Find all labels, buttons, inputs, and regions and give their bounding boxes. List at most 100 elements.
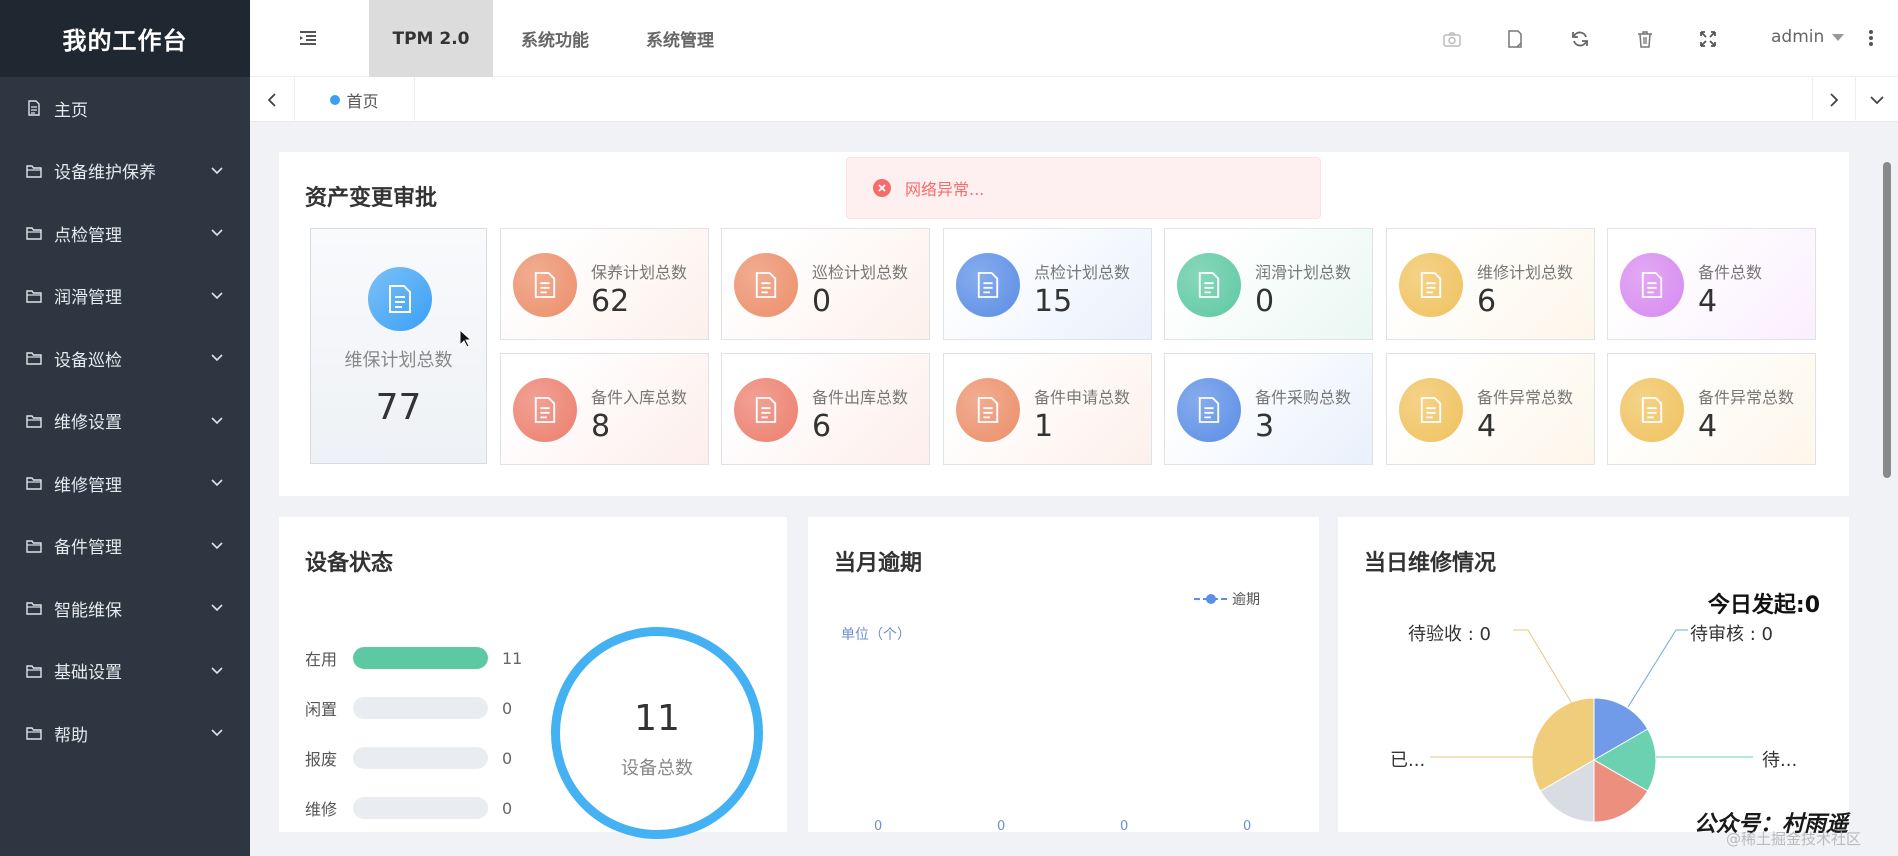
folder-icon [26,225,42,241]
active-dot-icon [330,94,341,105]
overdue-card: 当月逾期 逾期 单位（个） 0 0 0 0 [808,517,1319,834]
tabs-dropdown-icon[interactable] [1855,77,1898,122]
sidebar-item-9[interactable]: 基础设置 [0,640,250,703]
stat-card[interactable]: 润滑计划总数 0 [1164,228,1373,340]
tabs-bar: 首页 [250,77,1898,122]
sidebar-item-3[interactable]: 润滑管理 [0,265,250,328]
document-icon [1399,378,1463,442]
stat-card[interactable]: 维修计划总数 6 [1386,228,1595,340]
stat-card[interactable]: 保养计划总数 62 [500,228,709,340]
device-status-fill [353,647,488,669]
tabs-scroll-left-icon[interactable] [250,77,295,122]
sidebar-item-1[interactable]: 设备维护保养 [0,140,250,203]
device-status-title: 设备状态 [305,551,394,576]
sidebar-item-label: 维修管理 [54,475,122,496]
fullscreen-icon[interactable] [1698,29,1718,49]
sidebar-item-0[interactable]: 主页 [0,77,250,140]
pending-other-label: 待... [1762,750,1798,771]
chevron-down-icon [210,166,224,176]
app-title: 我的工作台 [0,0,250,77]
stat-card[interactable]: 备件异常总数 4 [1386,353,1595,465]
folder-icon [26,163,42,179]
stat-card[interactable]: 点检计划总数 15 [943,228,1152,340]
sidebar-item-label: 主页 [54,100,88,121]
more-vertical-icon[interactable] [1868,28,1874,48]
sidebar-item-2[interactable]: 点检管理 [0,202,250,265]
stat-value: 6 [812,409,832,444]
sidebar-item-label: 设备维护保养 [54,163,156,184]
chevron-down-icon [210,353,224,363]
tab-home[interactable]: 首页 [295,77,415,122]
chevron-down-icon [210,291,224,301]
document-icon [734,253,798,317]
tabs-scroll-right-icon[interactable] [1812,77,1855,122]
device-status-row: 维修 0 [305,796,512,820]
device-status-value: 0 [502,748,513,768]
stat-card[interactable]: 巡检计划总数 0 [721,228,930,340]
stat-card[interactable]: 备件申请总数 1 [943,353,1152,465]
scrollbar-thumb[interactable] [1883,162,1891,478]
stat-value: 3 [1255,409,1275,444]
overdue-title: 当月逾期 [834,551,923,576]
device-status-value: 11 [502,648,523,668]
menu-toggle-icon[interactable] [298,28,318,48]
folder-icon [26,538,42,554]
stat-label: 巡检计划总数 [812,263,909,282]
stat-value: 0 [812,284,832,319]
stat-label: 保养计划总数 [591,263,688,282]
sidebar-item-10[interactable]: 帮助 [0,702,250,765]
legend-line-icon [1194,594,1228,604]
document-icon [26,100,42,116]
stat-label: 备件入库总数 [591,388,688,407]
document-icon [1399,253,1463,317]
alert-text: 网络异常... [905,180,985,199]
stat-card[interactable]: 备件采购总数 3 [1164,353,1373,465]
device-status-row: 闲置 0 [305,696,512,720]
stat-card[interactable]: 备件入库总数 8 [500,353,709,465]
top-tab-tpm[interactable]: TPM 2.0 [369,0,493,77]
document-icon [956,253,1020,317]
sidebar-item-label: 帮助 [54,725,88,746]
refresh-icon[interactable] [1570,29,1590,49]
chevron-down-icon [210,603,224,613]
overdue-legend[interactable]: 逾期 [1194,589,1260,609]
sidebar-item-label: 维修设置 [54,413,122,434]
device-status-value: 0 [502,798,513,818]
sidebar-item-label: 基础设置 [54,663,122,684]
stat-card[interactable]: 备件异常总数 4 [1607,353,1816,465]
camera-icon[interactable] [1442,29,1462,49]
device-total-ring: 11 设备总数 [551,627,763,839]
pending-accept-label: 待验收 : 0 [1408,624,1491,645]
device-status-label: 维修 [305,800,338,819]
trash-icon[interactable] [1635,29,1655,49]
stat-label: 润滑计划总数 [1255,263,1352,282]
repair-pie-chart [1430,629,1753,823]
sidebar-item-7[interactable]: 备件管理 [0,515,250,578]
device-status-bar [353,797,488,819]
note-icon[interactable] [1505,29,1525,49]
main-stat-label: 维保计划总数 [344,350,453,371]
stat-card[interactable]: 备件总数 4 [1607,228,1816,340]
folder-icon [26,663,42,679]
device-status-bar [353,697,488,719]
sidebar-item-8[interactable]: 智能维保 [0,577,250,640]
document-icon [1620,378,1684,442]
document-icon [956,378,1020,442]
top-tab-system-management[interactable]: 系统管理 [630,0,730,77]
sidebar-item-4[interactable]: 设备巡检 [0,327,250,390]
stat-label: 备件出库总数 [812,388,909,407]
sidebar-item-6[interactable]: 维修管理 [0,452,250,515]
overdue-unit-label: 单位（个） [841,627,911,643]
stat-label: 备件采购总数 [1255,388,1352,407]
stat-value: 1 [1034,409,1054,444]
stat-card[interactable]: 备件出库总数 6 [721,353,930,465]
device-status-bar [353,647,488,669]
folder-icon [26,413,42,429]
top-tab-system-functions[interactable]: 系统功能 [505,0,605,77]
sidebar: 我的工作台 主页设备维护保养点检管理 润滑管理 设备巡检维修设置维修管理备件管理 智能… [0,0,250,856]
sidebar-item-5[interactable]: 维修设置 [0,390,250,453]
user-menu[interactable]: admin [1771,27,1845,47]
done-label: 已... [1390,750,1426,771]
stat-label: 备件异常总数 [1477,388,1574,407]
chevron-down-icon [210,416,224,426]
